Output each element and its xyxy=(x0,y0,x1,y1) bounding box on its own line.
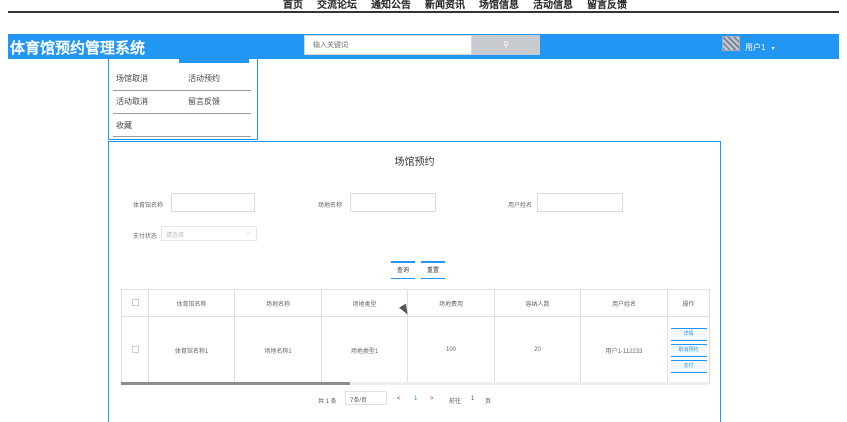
field-name-input[interactable] xyxy=(350,193,436,212)
menu-item-activity-booking[interactable]: 活动预约 xyxy=(188,73,220,84)
search-button[interactable]: ⚲ xyxy=(472,35,540,55)
header-bar: 体育馆预约管理系统 ⚲ 用户1 ▾ xyxy=(8,34,839,59)
nav-notice[interactable]: 通知公告 xyxy=(371,0,411,11)
page-title: 场馆预约 xyxy=(394,157,435,168)
menu-item-activity-cancel[interactable]: 活动取消 xyxy=(116,96,148,107)
menu-divider xyxy=(113,136,251,137)
venue-name-input[interactable] xyxy=(171,193,255,212)
column-header: 体育馆名称 xyxy=(148,289,235,317)
pay-status-placeholder: 请选择 xyxy=(166,233,185,239)
cell-venue: 体育馆名称1 xyxy=(148,316,235,384)
cell-type: 场地类型1 xyxy=(321,316,408,384)
nav-forum[interactable]: 交流论坛 xyxy=(317,0,357,11)
pager-total: 共 1 条 xyxy=(318,399,337,405)
table-row: 体育馆名称1 场地名称1 场地类型1 100 20 用户1-112233 详情 … xyxy=(121,316,710,384)
search-input[interactable] xyxy=(304,35,472,55)
top-nav: 首页 交流论坛 通知公告 新闻资讯 场馆信息 活动信息 留言反馈 xyxy=(0,0,847,14)
dropdown-accent xyxy=(179,59,249,63)
select-all-checkbox[interactable] xyxy=(131,298,139,306)
menu-divider xyxy=(113,90,251,91)
chevron-down-icon: ⌵ xyxy=(245,229,251,236)
prev-page-button[interactable]: < xyxy=(397,396,401,402)
pay-status-select[interactable]: 请选择 ⌵ xyxy=(161,226,257,241)
brand-title: 体育馆预约管理系统 xyxy=(10,40,146,57)
cancel-booking-button[interactable]: 取消预约 xyxy=(670,343,707,357)
cell-capacity: 20 xyxy=(494,316,581,384)
page-root: 首页 交流论坛 通知公告 新闻资讯 场馆信息 活动信息 留言反馈 体育馆预约管理… xyxy=(0,0,847,422)
nav-home[interactable]: 首页 xyxy=(283,0,303,11)
nav-news[interactable]: 新闻资讯 xyxy=(425,0,465,11)
user-name-label: 用户姓名 xyxy=(508,203,533,209)
column-header: 用户姓名 xyxy=(580,289,668,317)
detail-button[interactable]: 详情 xyxy=(670,327,707,341)
goto-page-input[interactable]: 1 xyxy=(471,396,474,402)
menu-item-favorites[interactable]: 收藏 xyxy=(116,120,132,131)
username-label: 用户1 xyxy=(745,43,766,52)
cell-fee: 100 xyxy=(407,316,495,384)
booking-table: 体育馆名称 场地名称 场地类型 场地费用 容纳人数 用户姓名 操作 体育馆名称1… xyxy=(121,289,710,384)
avatar[interactable] xyxy=(722,36,740,51)
row-checkbox-cell xyxy=(121,316,149,384)
user-dropdown: 场馆取消 活动预约 活动取消 留言反馈 收藏 xyxy=(108,58,258,140)
nav-feedback[interactable]: 留言反馈 xyxy=(587,0,627,11)
nav-venue-info[interactable]: 场馆信息 xyxy=(479,0,519,11)
menu-item-feedback[interactable]: 留言反馈 xyxy=(188,96,220,107)
page-unit-label: 页 xyxy=(485,399,492,405)
cell-actions: 详情 取消预约 支付 xyxy=(667,316,710,384)
row-checkbox[interactable] xyxy=(131,345,139,353)
field-name-label: 场地名称 xyxy=(318,203,343,209)
menu-item-field-cancel[interactable]: 场馆取消 xyxy=(116,73,148,84)
nav-divider xyxy=(8,11,839,13)
column-header: 场地名称 xyxy=(234,289,322,317)
next-page-button[interactable]: > xyxy=(430,396,434,402)
booking-card: 场馆预约 体育馆名称 场地名称 用户姓名 支付状态 请选择 ⌵ 查询 重置 体育… xyxy=(108,141,721,422)
page-size-value: 7条/页 xyxy=(350,398,368,404)
venue-name-label: 体育馆名称 xyxy=(133,203,164,209)
column-header: 容纳人数 xyxy=(494,289,581,317)
reset-button[interactable]: 重置 xyxy=(421,261,445,279)
horizontal-scrollbar-thumb[interactable] xyxy=(121,382,350,385)
column-header: 场地费用 xyxy=(407,289,495,317)
current-page[interactable]: 1 xyxy=(414,396,417,402)
pay-button[interactable]: 支付 xyxy=(670,359,707,373)
user-menu[interactable]: 用户1 ▾ xyxy=(745,42,774,53)
menu-divider xyxy=(113,113,251,114)
table-header-row: 体育馆名称 场地名称 场地类型 场地费用 容纳人数 用户姓名 操作 xyxy=(121,289,710,317)
header-checkbox-cell xyxy=(121,289,149,317)
goto-label: 前往 xyxy=(449,399,462,405)
user-name-input[interactable] xyxy=(537,193,623,212)
column-header: 场地类型 xyxy=(321,289,408,317)
pay-status-label: 支付状态 xyxy=(133,234,158,240)
chevron-down-icon: ▾ xyxy=(771,46,775,52)
nav-activity-info[interactable]: 活动信息 xyxy=(533,0,573,11)
page-size-select[interactable]: 7条/页 xyxy=(345,391,387,405)
query-button[interactable]: 查询 xyxy=(391,261,415,279)
cell-user: 用户1-112233 xyxy=(580,316,668,384)
cell-field: 场地名称1 xyxy=(234,316,322,384)
search-icon: ⚲ xyxy=(503,40,509,49)
column-header: 操作 xyxy=(667,289,710,317)
